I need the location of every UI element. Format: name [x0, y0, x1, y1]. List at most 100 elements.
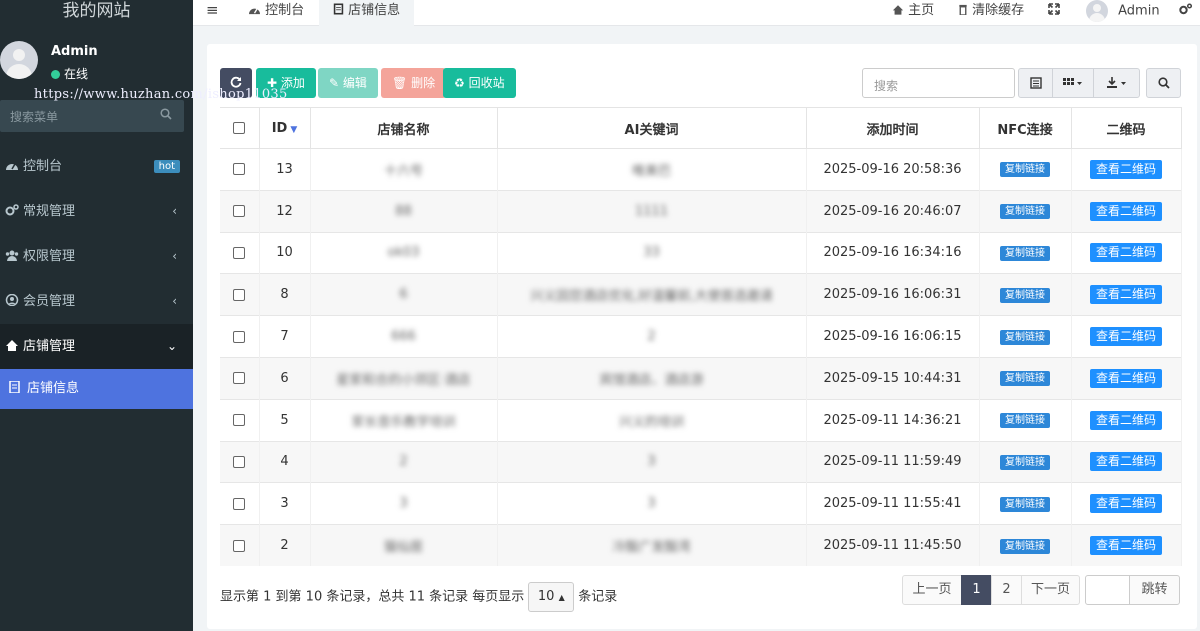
- page-1-button[interactable]: 1: [961, 575, 992, 605]
- view-qrcode-button[interactable]: 查看二维码: [1089, 410, 1162, 430]
- export-dropdown[interactable]: [1093, 68, 1140, 98]
- page-2-button[interactable]: 2: [991, 575, 1022, 605]
- view-qrcode-button[interactable]: 查看二维码: [1089, 536, 1162, 556]
- row-checkbox[interactable]: [220, 231, 260, 274]
- prev-page-button[interactable]: 上一页: [902, 575, 962, 605]
- clear-cache-button[interactable]: 清除缓存: [958, 0, 1024, 26]
- view-qrcode-button[interactable]: 查看二维码: [1089, 285, 1162, 305]
- column-header-time[interactable]: 添加时间: [806, 107, 980, 149]
- user-status: 在线: [51, 65, 88, 82]
- bars-icon[interactable]: ≡: [206, 0, 219, 26]
- cell-name: 666: [310, 315, 498, 358]
- column-header-name[interactable]: 店铺名称: [310, 107, 498, 149]
- site-logo[interactable]: 我的网站: [0, 0, 193, 28]
- view-qrcode-button[interactable]: 查看二维码: [1089, 201, 1162, 221]
- copy-link-button[interactable]: 复制链接: [1000, 329, 1050, 345]
- table-row[interactable]: 3 3 3 2025-09-11 11:55:41 复制链接 查看二维码: [220, 482, 1182, 525]
- copy-link-button[interactable]: 复制链接: [1000, 204, 1050, 220]
- row-checkbox[interactable]: [220, 273, 260, 316]
- column-header-qrcode: 二维码: [1071, 107, 1182, 149]
- cogs-icon[interactable]: [1178, 0, 1193, 26]
- table-row[interactable]: 8 6 兴义因您酒店优化,好温馨前,大使首选邀请 2025-09-16 16:06:3…: [220, 273, 1182, 316]
- row-checkbox[interactable]: [220, 148, 260, 191]
- toggle-view-button[interactable]: [1018, 68, 1053, 98]
- cell-qrcode: 查看二维码: [1071, 315, 1182, 358]
- sidebar-search[interactable]: 搜索菜单: [0, 100, 184, 132]
- jump-button[interactable]: 跳转: [1129, 575, 1180, 605]
- cell-keywords: 1111: [497, 189, 807, 233]
- table-search-input[interactable]: 搜索: [862, 68, 1015, 98]
- view-qrcode-button[interactable]: 查看二维码: [1089, 494, 1162, 514]
- column-header-keywords[interactable]: AI关键词: [497, 107, 807, 149]
- user-menu[interactable]: Admin: [1086, 0, 1160, 26]
- copy-link-button[interactable]: 复制链接: [1000, 162, 1050, 178]
- sidebar-item-dashboard[interactable]: 控制台 hot: [0, 144, 193, 189]
- copy-link-button[interactable]: 复制链接: [1000, 413, 1050, 429]
- recycle-bin-button[interactable]: ♻ 回收站: [443, 68, 516, 98]
- view-qrcode-button[interactable]: 查看二维码: [1089, 159, 1162, 179]
- table-row[interactable]: 13 十六号 唯美巴 2025-09-16 20:58:36 复制链接 查看二维码: [220, 148, 1182, 191]
- pagination-info: 显示第 1 到第 10 条记录，总共 11 条记录 每页显示 10 ▲ 条记录: [220, 582, 617, 612]
- sidebar-search-input[interactable]: 搜索菜单: [10, 108, 58, 125]
- sidebar-item-members[interactable]: 会员管理 ‹: [0, 279, 193, 324]
- cell-nfc: 复制链接: [979, 398, 1072, 442]
- cell-qrcode: 查看二维码: [1071, 273, 1182, 316]
- copy-link-button[interactable]: 复制链接: [1000, 454, 1050, 470]
- tab-dashboard[interactable]: 控制台: [248, 0, 304, 26]
- fullscreen-icon[interactable]: [1048, 0, 1060, 26]
- jump-page-input[interactable]: [1085, 575, 1130, 605]
- sidebar-item-shop-info[interactable]: 店铺信息: [0, 369, 193, 409]
- table-row[interactable]: 6 星家和合的小郊区·酒店 宾馆酒店、酒店游 2025-09-15 10:44:31 复…: [220, 356, 1182, 400]
- row-checkbox[interactable]: [220, 440, 260, 483]
- sidebar-item-shop-manage[interactable]: 店铺管理 ⌄: [0, 324, 193, 369]
- watermark-text: https://www.huzhan.com/ishop11035: [34, 87, 288, 102]
- row-checkbox[interactable]: [220, 356, 260, 400]
- copy-link-button[interactable]: 复制链接: [1000, 245, 1050, 261]
- columns-dropdown[interactable]: [1052, 68, 1094, 98]
- sidebar-item-auth[interactable]: 权限管理 ‹: [0, 234, 193, 279]
- cell-name: 十六号: [310, 148, 498, 191]
- cell-keywords: 3: [497, 440, 807, 483]
- recycle-icon: ♻: [454, 76, 465, 90]
- sidebar-item-general[interactable]: 常规管理 ‹: [0, 189, 193, 234]
- row-checkbox[interactable]: [220, 398, 260, 442]
- select-all-checkbox[interactable]: [220, 107, 260, 149]
- search-button[interactable]: [1146, 68, 1181, 98]
- edit-button[interactable]: ✎ 编辑: [318, 68, 378, 98]
- next-page-button[interactable]: 下一页: [1021, 575, 1080, 605]
- copy-link-button[interactable]: 复制链接: [1000, 371, 1050, 387]
- view-qrcode-button[interactable]: 查看二维码: [1089, 243, 1162, 263]
- sidebar-item-label: 常规管理: [23, 204, 76, 219]
- home-link[interactable]: 主页: [892, 0, 934, 26]
- copy-link-button[interactable]: 复制链接: [1000, 538, 1050, 554]
- content-panel: ✚ 添加 ✎ 编辑 🗑 删除 ♻ 回收站 搜索 ID ▼ 店铺名称 AI关键词 添…: [207, 44, 1197, 629]
- copy-link-button[interactable]: 复制链接: [1000, 287, 1050, 303]
- row-checkbox[interactable]: [220, 524, 260, 567]
- search-icon[interactable]: [160, 108, 172, 124]
- user-name: Admin: [51, 44, 98, 59]
- table-row[interactable]: 4 2 3 2025-09-11 11:59:49 复制链接 查看二维码: [220, 440, 1182, 483]
- table-row[interactable]: 5 家长音乐教学培训 兴义的培训 2025-09-11 14:36:21 复制链接 查看二…: [220, 398, 1182, 442]
- delete-button[interactable]: 🗑 删除: [381, 68, 447, 98]
- cell-name: 88: [310, 189, 498, 233]
- copy-link-button[interactable]: 复制链接: [1000, 496, 1050, 512]
- cell-time: 2025-09-11 11:55:41: [806, 482, 980, 525]
- view-qrcode-button[interactable]: 查看二维码: [1089, 327, 1162, 347]
- table-row[interactable]: 12 88 1111 2025-09-16 20:46:07 复制链接 查看二维码: [220, 189, 1182, 233]
- cell-qrcode: 查看二维码: [1071, 524, 1182, 567]
- tab-shop-info[interactable]: 店铺信息: [319, 0, 415, 26]
- trash-icon: 🗑: [392, 76, 408, 90]
- table-row[interactable]: 7 666 2 2025-09-16 16:06:15 复制链接 查看二维码: [220, 315, 1182, 358]
- view-qrcode-button[interactable]: 查看二维码: [1089, 452, 1162, 472]
- row-checkbox[interactable]: [220, 482, 260, 525]
- cell-keywords: 3: [497, 482, 807, 525]
- view-qrcode-button[interactable]: 查看二维码: [1089, 368, 1162, 388]
- table-row[interactable]: 10 ok03 33 2025-09-16 16:34:16 复制链接 查看二维码: [220, 231, 1182, 274]
- row-checkbox[interactable]: [220, 315, 260, 358]
- row-checkbox[interactable]: [220, 189, 260, 233]
- column-header-id[interactable]: ID ▼: [259, 107, 311, 149]
- page-size-select[interactable]: 10 ▲: [528, 582, 575, 612]
- table-row[interactable]: 2 猫仙居 冷酸广发酸湾 2025-09-11 11:45:50 复制链接 查看二维码: [220, 524, 1182, 567]
- cell-time: 2025-09-11 14:36:21: [806, 398, 980, 442]
- cell-id: 3: [259, 482, 311, 525]
